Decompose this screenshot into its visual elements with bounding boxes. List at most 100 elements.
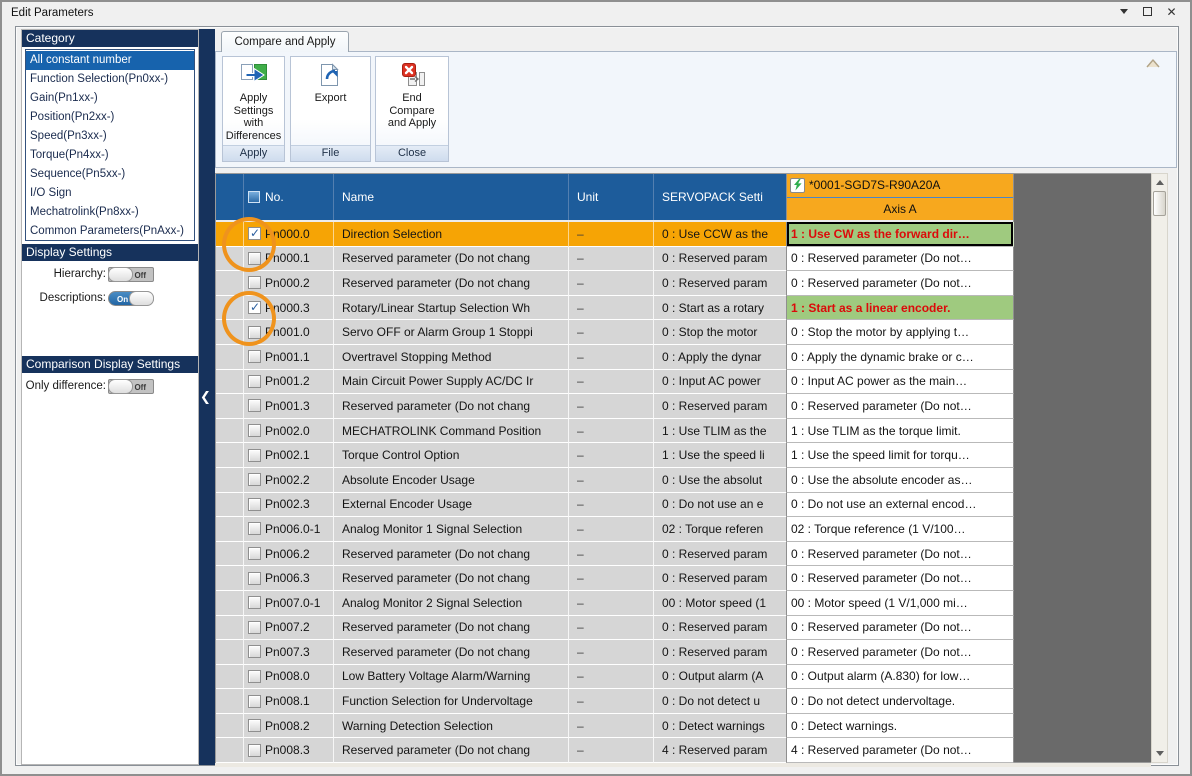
- horizontal-scrollbar[interactable]: [215, 763, 1151, 767]
- axis-a-value[interactable]: 0 : Use the absolute encoder as…: [786, 468, 1014, 493]
- table-row[interactable]: Pn006.2 Reserved parameter (Do not chang…: [216, 542, 1013, 567]
- scroll-down-arrow-icon[interactable]: [1152, 746, 1167, 761]
- table-row[interactable]: Pn006.0-1 Analog Monitor 1 Signal Select…: [216, 517, 1013, 542]
- row-checkbox[interactable]: [248, 670, 261, 683]
- ribbon-collapse-chevron-icon[interactable]: [1142, 56, 1164, 71]
- axis-a-value[interactable]: 1 : Use TLIM as the torque limit.: [786, 419, 1014, 444]
- category-item[interactable]: Mechatrolink(Pn8xx-): [26, 203, 194, 222]
- table-row[interactable]: Pn000.1 Reserved parameter (Do not chang…: [216, 247, 1013, 272]
- row-checkbox[interactable]: [248, 399, 261, 412]
- axis-a-value[interactable]: 0 : Reserved parameter (Do not…: [786, 394, 1014, 419]
- axis-a-value[interactable]: 0 : Reserved parameter (Do not…: [786, 566, 1014, 591]
- table-row[interactable]: Pn007.2 Reserved parameter (Do not chang…: [216, 616, 1013, 641]
- column-header-servopack-setting[interactable]: SERVOPACK Setti: [654, 174, 786, 220]
- row-checkbox[interactable]: [248, 596, 261, 609]
- close-icon[interactable]: ✕: [1165, 5, 1178, 18]
- scrollbar-thumb[interactable]: [1153, 191, 1166, 216]
- collapse-sidebar-chevron-icon[interactable]: ❮: [200, 389, 211, 405]
- table-row[interactable]: Pn001.1 Overtravel Stopping Method – 0 :…: [216, 345, 1013, 370]
- category-item[interactable]: Function Selection(Pn0xx-): [26, 70, 194, 89]
- table-row[interactable]: Pn007.0-1 Analog Monitor 2 Signal Select…: [216, 591, 1013, 616]
- hierarchy-toggle[interactable]: Off: [108, 267, 154, 282]
- row-checkbox[interactable]: [248, 227, 261, 240]
- table-row[interactable]: Pn002.1 Torque Control Option – 1 : Use …: [216, 443, 1013, 468]
- axis-a-value[interactable]: 0 : Do not use an external encod…: [786, 493, 1014, 518]
- axis-a-value[interactable]: 0 : Reserved parameter (Do not…: [786, 640, 1014, 665]
- category-item[interactable]: Torque(Pn4xx-): [26, 146, 194, 165]
- axis-a-value[interactable]: 0 : Input AC power as the main…: [786, 370, 1014, 395]
- row-checkbox[interactable]: [248, 375, 261, 388]
- table-row[interactable]: Pn001.2 Main Circuit Power Supply AC/DC …: [216, 370, 1013, 395]
- axis-a-value[interactable]: 0 : Reserved parameter (Do not…: [786, 271, 1014, 296]
- category-item[interactable]: I/O Sign: [26, 184, 194, 203]
- table-row[interactable]: Pn008.3 Reserved parameter (Do not chang…: [216, 738, 1013, 763]
- column-header-no[interactable]: No.: [244, 174, 334, 220]
- row-checkbox[interactable]: [248, 252, 261, 265]
- category-item[interactable]: Position(Pn2xx-): [26, 108, 194, 127]
- row-checkbox[interactable]: [248, 547, 261, 560]
- row-checkbox[interactable]: [248, 719, 261, 732]
- row-checkbox[interactable]: [248, 350, 261, 363]
- row-checkbox[interactable]: [248, 498, 261, 511]
- vertical-scrollbar[interactable]: [1151, 173, 1168, 763]
- row-checkbox[interactable]: [248, 695, 261, 708]
- axis-a-value[interactable]: 0 : Detect warnings.: [786, 714, 1014, 739]
- axis-a-value[interactable]: 0 : Stop the motor by applying t…: [786, 320, 1014, 345]
- export-button[interactable]: Export: [291, 57, 370, 145]
- axis-a-value[interactable]: 0 : Output alarm (A.830) for low…: [786, 665, 1014, 690]
- table-row[interactable]: Pn000.2 Reserved parameter (Do not chang…: [216, 271, 1013, 296]
- maximize-icon[interactable]: [1141, 5, 1154, 18]
- table-row[interactable]: Pn002.3 External Encoder Usage – 0 : Do …: [216, 493, 1013, 518]
- descriptions-toggle[interactable]: On: [108, 291, 154, 306]
- end-compare-and-apply-button[interactable]: End Compare and Apply: [376, 57, 448, 145]
- select-all-checkbox[interactable]: [248, 191, 260, 203]
- axis-a-value[interactable]: 00 : Motor speed (1 V/1,000 mi…: [786, 591, 1014, 616]
- category-item[interactable]: Gain(Pn1xx-): [26, 89, 194, 108]
- axis-a-value[interactable]: 1 : Use CW as the forward dir…: [786, 222, 1014, 247]
- table-row[interactable]: Pn001.3 Reserved parameter (Do not chang…: [216, 394, 1013, 419]
- category-item[interactable]: Sequence(Pn5xx-): [26, 165, 194, 184]
- axis-a-value[interactable]: 0 : Reserved parameter (Do not…: [786, 247, 1014, 272]
- table-row[interactable]: Pn006.3 Reserved parameter (Do not chang…: [216, 566, 1013, 591]
- scroll-up-arrow-icon[interactable]: [1152, 175, 1167, 190]
- category-item[interactable]: All constant number: [26, 51, 194, 70]
- axis-a-value[interactable]: 0 : Reserved parameter (Do not…: [786, 542, 1014, 567]
- servopack-setting-value: 02 : Torque referen: [654, 517, 786, 542]
- column-header-unit[interactable]: Unit: [569, 174, 654, 220]
- table-row[interactable]: Pn001.0 Servo OFF or Alarm Group 1 Stopp…: [216, 320, 1013, 345]
- only-difference-toggle[interactable]: Off: [108, 379, 154, 394]
- column-header-axis[interactable]: *0001-SGD7S-R90A20A Axis A: [786, 174, 1014, 220]
- table-row[interactable]: Pn008.2 Warning Detection Selection – 0 …: [216, 714, 1013, 739]
- apply-settings-with-differences-button[interactable]: Apply Settings with Differences: [223, 57, 284, 145]
- axis-a-value[interactable]: 1 : Use the speed limit for torqu…: [786, 443, 1014, 468]
- tab-compare-and-apply[interactable]: Compare and Apply: [221, 31, 349, 52]
- table-row[interactable]: Pn008.1 Function Selection for Undervolt…: [216, 689, 1013, 714]
- axis-a-value[interactable]: 4 : Reserved parameter (Do not…: [786, 738, 1014, 763]
- row-checkbox[interactable]: [248, 326, 261, 339]
- table-row[interactable]: Pn000.3 Rotary/Linear Startup Selection …: [216, 296, 1013, 321]
- category-item[interactable]: Speed(Pn3xx-): [26, 127, 194, 146]
- table-row[interactable]: Pn008.0 Low Battery Voltage Alarm/Warnin…: [216, 665, 1013, 690]
- axis-a-value[interactable]: 0 : Apply the dynamic brake or c…: [786, 345, 1014, 370]
- column-header-name[interactable]: Name: [334, 174, 569, 220]
- window-menu-caret-icon[interactable]: [1117, 5, 1130, 18]
- table-row[interactable]: Pn002.0 MECHATROLINK Command Position – …: [216, 419, 1013, 444]
- axis-a-value[interactable]: 1 : Start as a linear encoder.: [786, 296, 1014, 321]
- row-checkbox[interactable]: [248, 449, 261, 462]
- row-checkbox[interactable]: [248, 424, 261, 437]
- axis-a-value[interactable]: 0 : Do not detect undervoltage.: [786, 689, 1014, 714]
- category-item[interactable]: Common Parameters(PnAxx-): [26, 222, 194, 241]
- table-row[interactable]: Pn002.2 Absolute Encoder Usage – 0 : Use…: [216, 468, 1013, 493]
- row-checkbox[interactable]: [248, 522, 261, 535]
- row-checkbox[interactable]: [248, 572, 261, 585]
- row-checkbox[interactable]: [248, 276, 261, 289]
- row-checkbox[interactable]: [248, 473, 261, 486]
- axis-a-value[interactable]: 02 : Torque reference (1 V/100…: [786, 517, 1014, 542]
- row-checkbox[interactable]: [248, 621, 261, 634]
- row-checkbox[interactable]: [248, 301, 261, 314]
- table-row[interactable]: Pn000.0 Direction Selection – 0 : Use CC…: [216, 222, 1013, 247]
- row-checkbox[interactable]: [248, 744, 261, 757]
- axis-a-value[interactable]: 0 : Reserved parameter (Do not…: [786, 616, 1014, 641]
- row-checkbox[interactable]: [248, 645, 261, 658]
- table-row[interactable]: Pn007.3 Reserved parameter (Do not chang…: [216, 640, 1013, 665]
